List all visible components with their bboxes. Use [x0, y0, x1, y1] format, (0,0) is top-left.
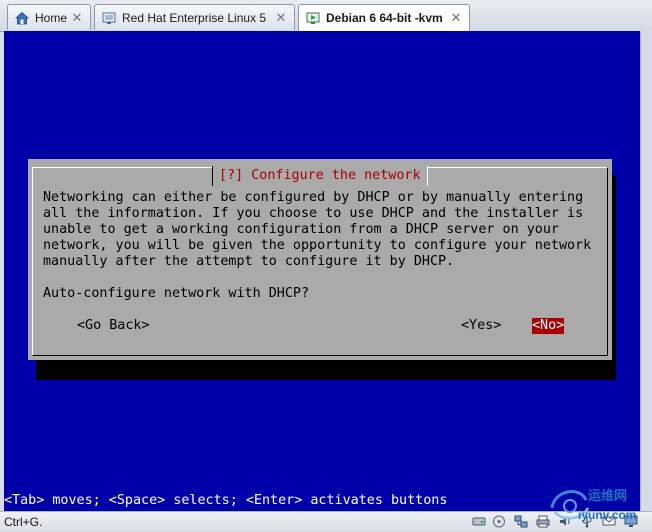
no-button[interactable]: <No> [532, 318, 565, 334]
tab-label: Red Hat Enterprise Linux 5 [122, 10, 267, 25]
dialog-body-text: Networking can either be configured by D… [43, 190, 592, 269]
dialog-title: [?] Configure the network [212, 166, 428, 186]
vm-icon [102, 12, 116, 24]
status-hint: Ctrl+G. [4, 515, 43, 529]
vm-console[interactable]: [?] Configure the network Networking can… [4, 31, 640, 511]
close-icon[interactable]: ✕ [272, 10, 290, 26]
watermark-brand: 运维网 [588, 488, 628, 503]
close-icon[interactable]: ✕ [68, 10, 86, 26]
configure-network-dialog: [?] Configure the network Networking can… [28, 159, 612, 360]
watermark: 运维网 iyunv.com [546, 482, 650, 526]
help-line: <Tab> moves; <Space> selects; <Enter> ac… [4, 493, 448, 508]
yes-button[interactable]: <Yes> [461, 318, 501, 334]
go-back-button[interactable]: <Go Back> [77, 318, 150, 334]
network-adapter-icon[interactable] [514, 515, 528, 528]
tab-label: Debian 6 64-bit -kvm [326, 11, 443, 25]
hard-disk-icon[interactable] [472, 515, 486, 528]
cd-drive-icon[interactable] [492, 515, 506, 528]
close-icon[interactable]: ✕ [447, 10, 465, 26]
tab-debian[interactable]: Debian 6 64-bit -kvm ✕ [298, 4, 470, 31]
scrollbar-strip [640, 31, 652, 511]
watermark-domain: iyunv.com [578, 508, 637, 522]
tab-red-hat[interactable]: Red Hat Enterprise Linux 5 ✕ [94, 4, 295, 30]
tab-label: Home [35, 10, 68, 25]
dialog-question: Auto-configure network with DHCP? [43, 286, 310, 301]
tab-home[interactable]: Home ✕ [7, 4, 91, 30]
home-icon [15, 11, 29, 24]
vm-running-icon [306, 12, 320, 24]
tab-bar: Home ✕ Red Hat Enterprise Linux 5 ✕ Debi… [0, 0, 652, 32]
